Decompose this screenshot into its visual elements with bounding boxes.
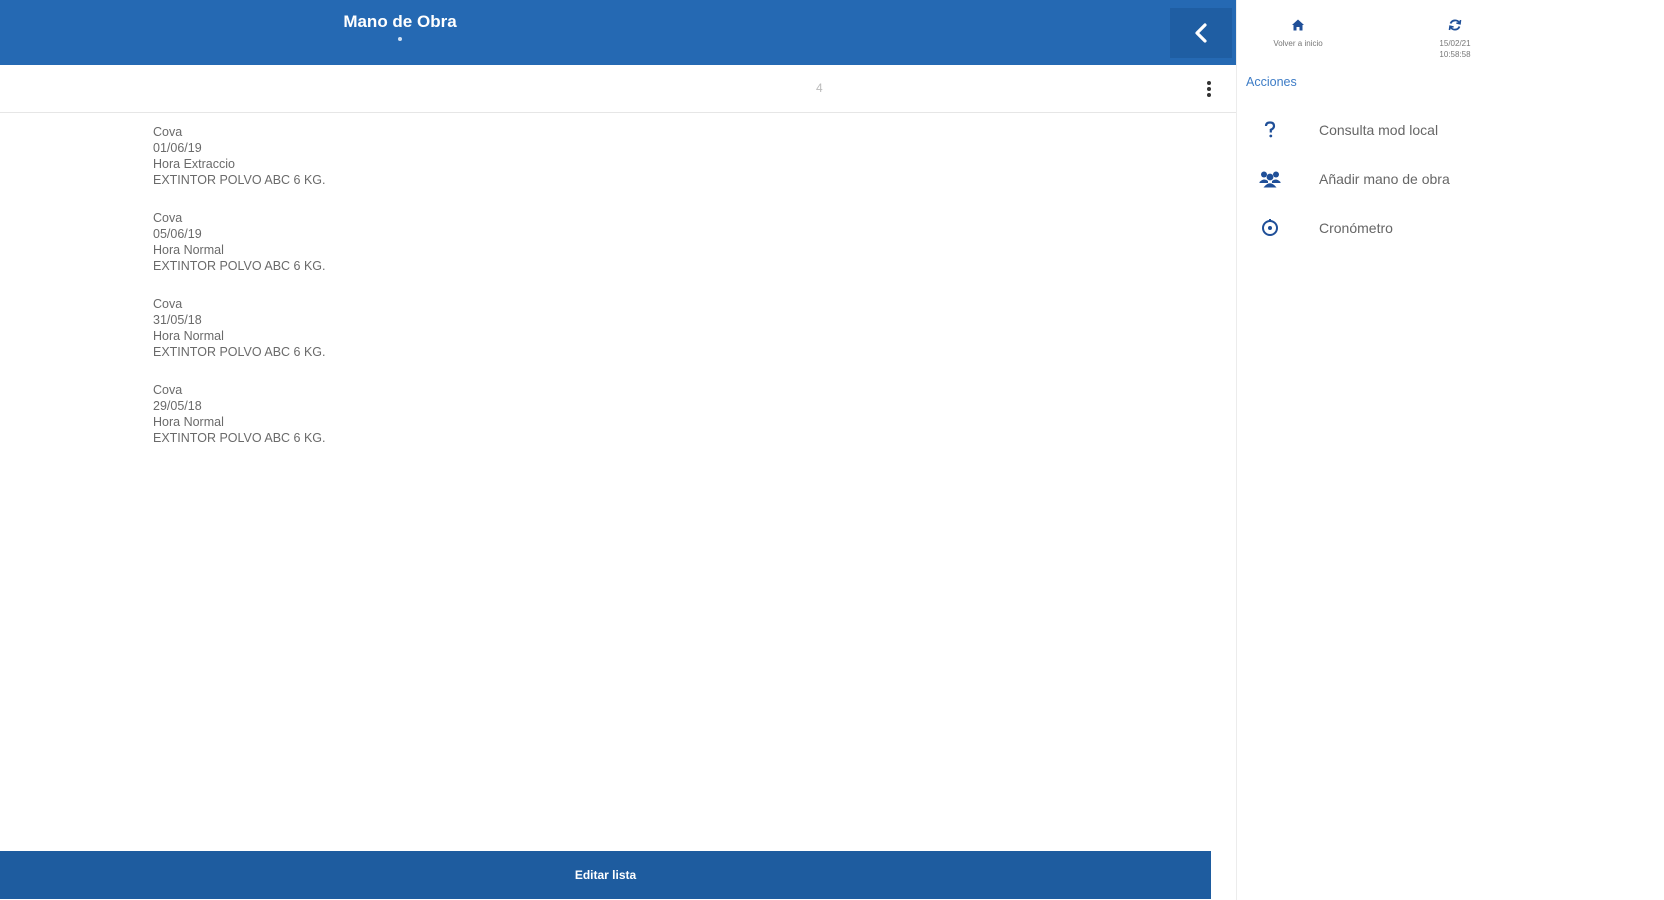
- more-options-icon[interactable]: [1202, 79, 1216, 99]
- list-item[interactable]: Cova 01/06/19 Hora Extraccio EXTINTOR PO…: [153, 124, 753, 188]
- sync-time: 10:58:58: [1439, 50, 1471, 59]
- entry-name: Cova: [153, 125, 183, 139]
- action-anadir-mano-de-obra[interactable]: Añadir mano de obra: [1257, 165, 1617, 193]
- home-button[interactable]: Volver a inicio: [1253, 18, 1343, 48]
- entry-date: 31/05/18: [153, 313, 202, 327]
- home-caption: Volver a inicio: [1273, 39, 1323, 48]
- side-panel: Volver a inicio 15/02/21 10:58:58 Accion…: [1236, 0, 1664, 900]
- users-icon: [1257, 168, 1283, 190]
- sync-date: 15/02/21: [1439, 39, 1471, 48]
- action-consulta-mod-local[interactable]: Consulta mod local: [1257, 116, 1617, 144]
- back-button[interactable]: [1170, 8, 1232, 58]
- home-icon: [1292, 19, 1304, 31]
- action-label: Cronómetro: [1319, 220, 1393, 236]
- action-label: Consulta mod local: [1319, 122, 1439, 138]
- stopwatch-icon: [1257, 217, 1283, 239]
- record-count: 4: [816, 81, 823, 95]
- entry-date: 05/06/19: [153, 227, 202, 241]
- entry-name: Cova: [153, 211, 183, 225]
- list-toolbar: 4: [0, 65, 1236, 113]
- list-item[interactable]: Cova 31/05/18 Hora Normal EXTINTOR POLVO…: [153, 296, 753, 360]
- entry-hour-type: Hora Normal: [153, 415, 224, 429]
- page-title: Mano de Obra: [343, 12, 457, 31]
- title-indicator-dot: [398, 37, 402, 41]
- list-item[interactable]: Cova 29/05/18 Hora Normal EXTINTOR POLVO…: [153, 382, 753, 446]
- sync-icon: [1448, 19, 1462, 31]
- list-item[interactable]: Cova 05/06/19 Hora Normal EXTINTOR POLVO…: [153, 210, 753, 274]
- actions-section-title: Acciones: [1246, 75, 1297, 89]
- entry-hour-type: Hora Normal: [153, 243, 224, 257]
- entry-item: EXTINTOR POLVO ABC 6 KG.: [153, 431, 326, 445]
- labor-list: Cova 01/06/19 Hora Extraccio EXTINTOR PO…: [153, 124, 753, 468]
- app-header: Mano de Obra: [0, 0, 1236, 65]
- entry-name: Cova: [153, 297, 183, 311]
- action-cronometro[interactable]: Cronómetro: [1257, 214, 1617, 242]
- entry-item: EXTINTOR POLVO ABC 6 KG.: [153, 259, 326, 273]
- entry-hour-type: Hora Extraccio: [153, 157, 235, 171]
- entry-item: EXTINTOR POLVO ABC 6 KG.: [153, 173, 326, 187]
- entry-hour-type: Hora Normal: [153, 329, 224, 343]
- sync-button[interactable]: 15/02/21 10:58:58: [1410, 18, 1500, 59]
- edit-list-button[interactable]: Editar lista: [0, 851, 1211, 899]
- entry-date: 01/06/19: [153, 141, 202, 155]
- action-label: Añadir mano de obra: [1319, 171, 1450, 187]
- question-icon: [1257, 119, 1283, 141]
- entry-date: 29/05/18: [153, 399, 202, 413]
- entry-item: EXTINTOR POLVO ABC 6 KG.: [153, 345, 326, 359]
- chevron-left-icon: [1195, 23, 1207, 43]
- entry-name: Cova: [153, 383, 183, 397]
